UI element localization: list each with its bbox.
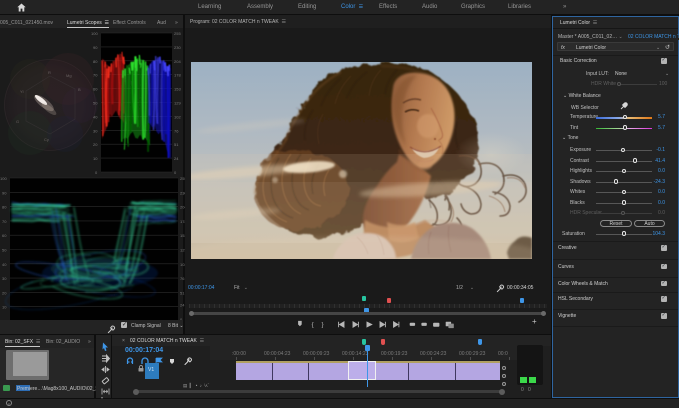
svg-text:B: B: [78, 87, 81, 92]
svg-text:{: {: [312, 321, 314, 328]
svg-text:50: 50: [93, 101, 98, 106]
svg-text:178: 178: [174, 73, 181, 78]
svg-text:90: 90: [93, 45, 98, 50]
svg-text:100: 100: [0, 176, 7, 181]
svg-text:129: 129: [174, 101, 181, 106]
svg-text:100: 100: [91, 31, 98, 36]
svg-text:60: 60: [93, 87, 98, 92]
svg-text:204: 204: [174, 59, 181, 64]
svg-text:G: G: [16, 119, 19, 124]
svg-text:30: 30: [93, 128, 98, 133]
svg-text:Mg: Mg: [66, 73, 72, 78]
svg-text:50: 50: [2, 248, 7, 253]
svg-text:Cy: Cy: [44, 137, 49, 142]
svg-text:0: 0: [174, 170, 177, 175]
svg-text:80: 80: [2, 205, 7, 210]
svg-text:24: 24: [174, 156, 179, 161]
svg-text:10: 10: [2, 305, 7, 310]
svg-text:80: 80: [93, 59, 98, 64]
svg-text:R: R: [48, 70, 51, 75]
svg-text:20: 20: [2, 290, 7, 295]
svg-text:153: 153: [174, 87, 181, 92]
svg-text:255: 255: [174, 31, 181, 36]
svg-text:90: 90: [2, 190, 7, 195]
svg-text:230: 230: [174, 45, 181, 50]
svg-text:0: 0: [95, 170, 98, 175]
svg-text:Yl: Yl: [20, 89, 24, 94]
svg-text:70: 70: [93, 73, 98, 78]
svg-text:10: 10: [93, 156, 98, 161]
svg-text:40: 40: [2, 262, 7, 267]
svg-text:}: }: [322, 321, 324, 328]
svg-text:70: 70: [2, 219, 7, 224]
svg-text:76: 76: [174, 128, 179, 133]
svg-text:102: 102: [174, 114, 181, 119]
svg-text:30: 30: [2, 276, 7, 281]
svg-text:51: 51: [174, 142, 179, 147]
svg-text:60: 60: [2, 233, 7, 238]
svg-text:40: 40: [93, 114, 98, 119]
svg-text:20: 20: [93, 142, 98, 147]
